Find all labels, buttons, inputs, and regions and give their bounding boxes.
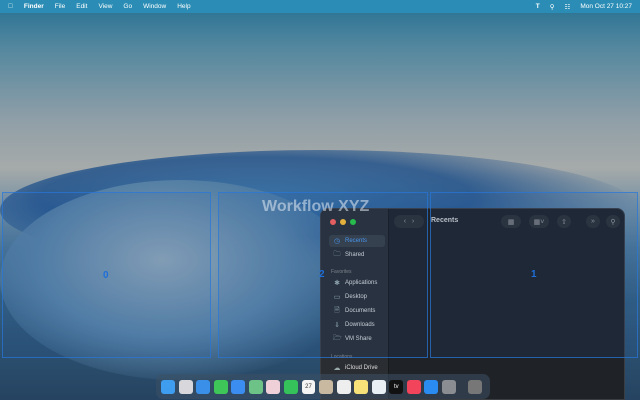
spotlight-search-icon[interactable]: ⚲ [550, 3, 555, 11]
dock-maps-icon[interactable] [248, 379, 263, 394]
text-input-icon[interactable]: T [536, 3, 540, 11]
dock-reminders-icon[interactable] [336, 379, 351, 394]
dock-facetime-icon[interactable] [283, 379, 298, 394]
dock-system-settings-icon[interactable] [442, 379, 456, 394]
dock: 27 tv [156, 374, 490, 399]
dock-music-icon[interactable] [406, 379, 421, 394]
apple-menu-icon[interactable]:  [8, 3, 13, 10]
dock-safari-icon[interactable] [196, 379, 211, 394]
dock-app-store-icon[interactable] [424, 379, 439, 394]
zone-label-1: 1 [531, 269, 537, 280]
menu-go[interactable]: Go [123, 3, 132, 10]
dock-mail-icon[interactable] [231, 379, 246, 394]
menu-app-name[interactable]: Finder [24, 3, 44, 10]
dock-launchpad-icon[interactable] [178, 379, 193, 394]
menu-view[interactable]: View [98, 3, 112, 10]
dock-messages-icon[interactable] [213, 379, 228, 394]
menu-edit[interactable]: Edit [76, 3, 87, 10]
menu-bar:  Finder File Edit View Go Window Help T… [0, 0, 640, 13]
dock-contacts-icon[interactable] [319, 379, 334, 394]
menu-window[interactable]: Window [143, 3, 166, 10]
dock-finder-icon[interactable] [161, 379, 175, 394]
dock-trash-icon[interactable] [467, 379, 482, 394]
menu-clock[interactable]: Mon Oct 27 10:27 [580, 3, 632, 11]
dock-calendar-icon[interactable]: 27 [301, 379, 316, 394]
sidebar-item-icloud-drive[interactable]: ☁ iCloud Drive [329, 362, 385, 374]
dock-tv-icon[interactable]: tv [389, 379, 404, 394]
dock-notes-icon[interactable] [354, 379, 369, 394]
control-center-icon[interactable]: ☷ [565, 3, 571, 11]
menu-help[interactable]: Help [177, 3, 190, 10]
zone-label-0: 0 [103, 270, 109, 281]
menu-file[interactable]: File [55, 3, 65, 10]
dock-photos-icon[interactable] [266, 379, 281, 394]
zone-label-2: 2 [319, 269, 325, 280]
dock-freeform-icon[interactable] [371, 379, 386, 394]
cloud-icon: ☁ [333, 365, 341, 372]
